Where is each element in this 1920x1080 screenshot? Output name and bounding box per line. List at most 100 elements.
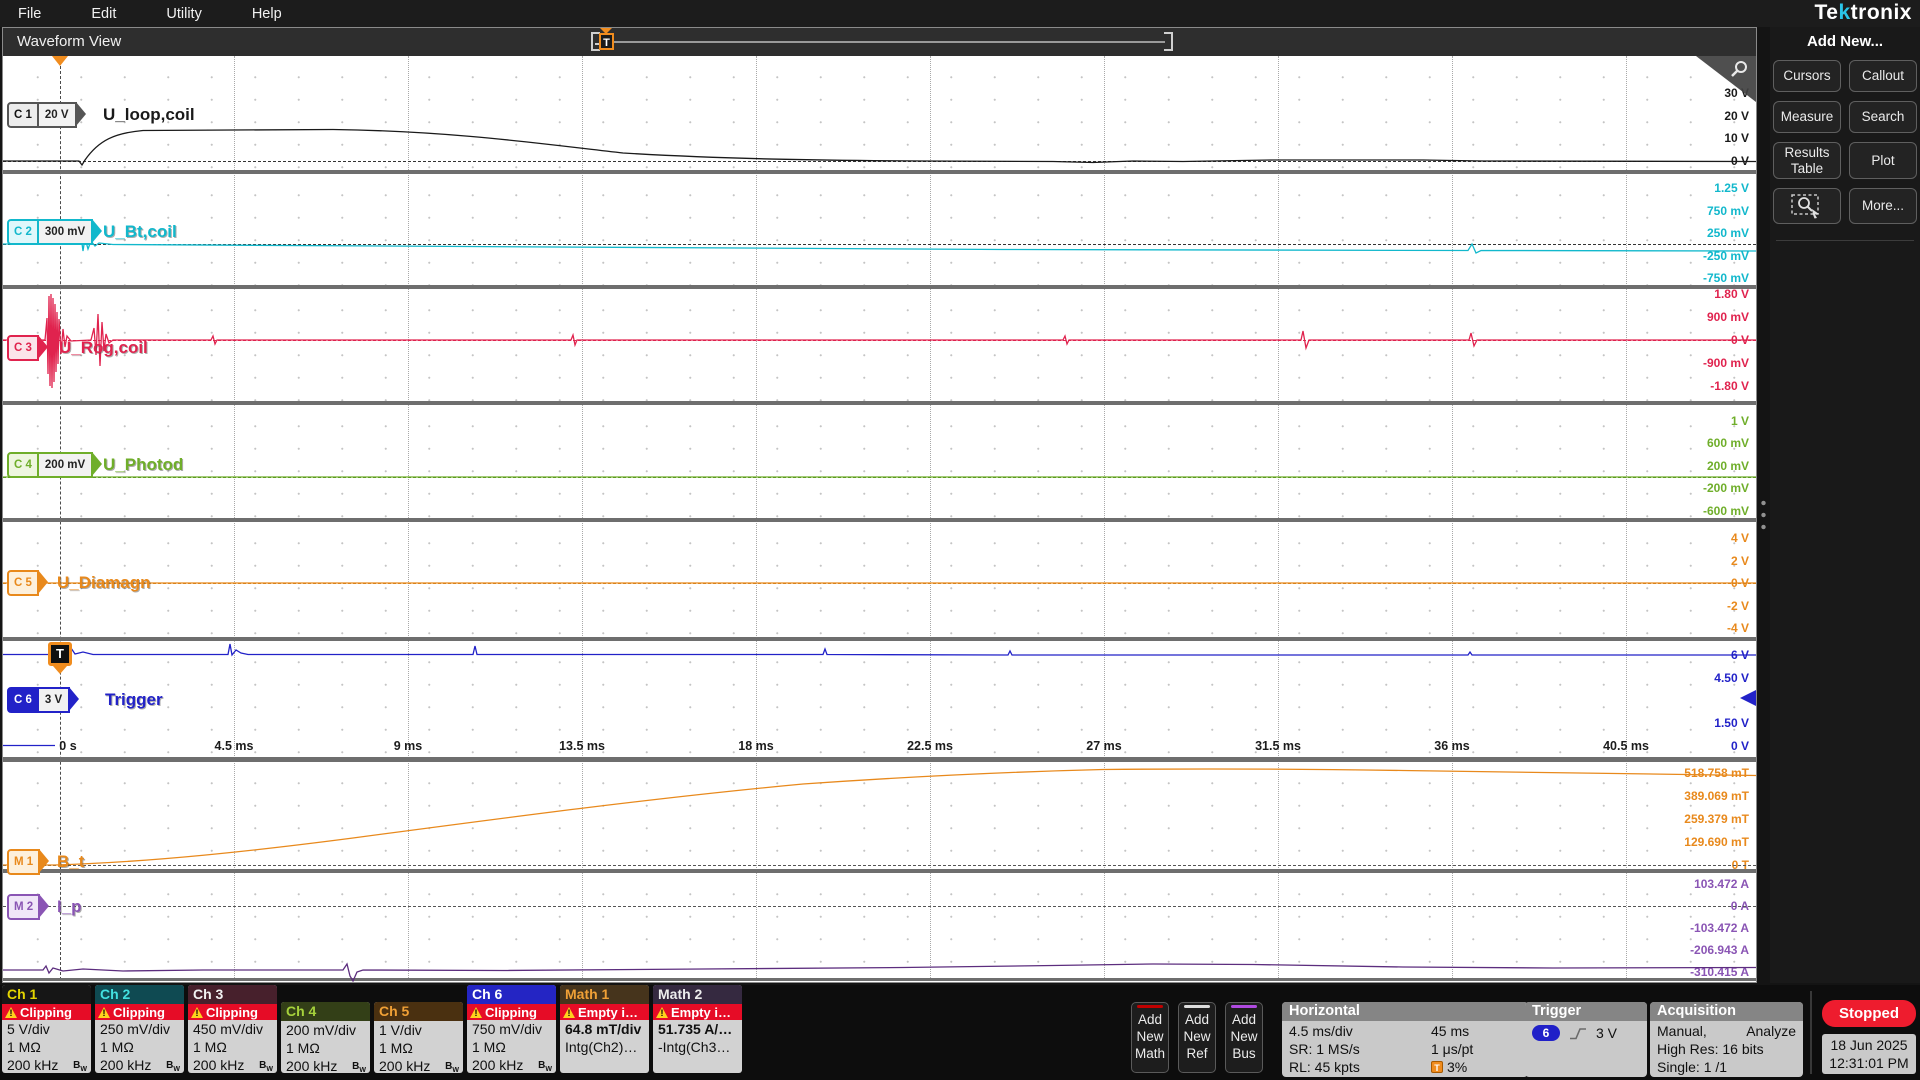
trace-c2 xyxy=(3,236,1756,253)
more-button[interactable]: More... xyxy=(1849,188,1917,224)
trigger-position-marker-icon[interactable] xyxy=(52,56,68,66)
channel-badge-c2[interactable]: C 2300 mV xyxy=(7,219,93,245)
channel-settings-badge-ch2[interactable]: Ch 2Clipping250 mV/div1 MΩ200 kHzBW xyxy=(95,985,184,1073)
add-cursors-button[interactable]: Cursors xyxy=(1773,60,1841,92)
zoom-mode-button[interactable] xyxy=(1773,188,1841,224)
clipping-warning: Clipping xyxy=(2,1004,91,1020)
trigger-level-arrow[interactable] xyxy=(1740,690,1756,706)
trace-c6 xyxy=(3,644,1756,655)
tektronix-logo: Tektronix xyxy=(1815,1,1912,25)
channel-settings-row: -Intg(Ch3… xyxy=(653,1038,742,1056)
menu-item-help[interactable]: Help xyxy=(248,6,286,22)
record-view-bar[interactable]: T xyxy=(591,31,1173,53)
channel-label-c3: U_Rog,coil xyxy=(59,338,148,358)
trigger-pane[interactable]: Trigger 6 3 V xyxy=(1525,1002,1647,1077)
channel-badge-c3[interactable]: C 3 xyxy=(7,335,39,361)
clipping-warning: Empty i… xyxy=(560,1004,649,1020)
add-new-ref-button[interactable]: AddNewRef xyxy=(1178,1002,1216,1073)
channel-settings-row: 450 mV/div xyxy=(188,1020,277,1038)
channel-settings-badge-ch3[interactable]: Ch 3Clipping450 mV/div1 MΩ200 kHzBW xyxy=(188,985,277,1073)
channel-settings-badge-math2[interactable]: Math 2Empty i…51.735 A/…-Intg(Ch3… xyxy=(653,985,742,1073)
channel-settings-row: 64.8 mT/div xyxy=(560,1020,649,1038)
add-plot-button[interactable]: Plot xyxy=(1849,142,1917,179)
channel-label-c1: U_loop,coil xyxy=(103,105,195,125)
acquisition-pane[interactable]: Acquisition Manual,Analyze High Res: 16 … xyxy=(1650,1002,1803,1077)
channel-badge-c6[interactable]: C 63 V xyxy=(7,687,70,713)
button-label-line: Math xyxy=(1135,1046,1165,1063)
button-label-line: Add xyxy=(1185,1012,1209,1029)
menu-item-file[interactable]: File xyxy=(14,6,45,22)
trigger-source-badge: 6 xyxy=(1532,1025,1560,1041)
clipping-warning: Clipping xyxy=(95,1004,184,1020)
channel-label-c2: U_Bt,coil xyxy=(103,222,177,242)
channel-badge-scale: 200 mV xyxy=(37,454,91,476)
channel-label-c5: U_Diamagn xyxy=(57,573,151,593)
time-axis-label: 31.5 ms xyxy=(1255,738,1301,754)
warning-icon xyxy=(5,1007,17,1018)
channel-settings-row: 1 MΩ xyxy=(188,1038,277,1056)
trigger-position-indicator[interactable]: T xyxy=(599,33,614,50)
add-results-table-button[interactable]: Results Table xyxy=(1773,142,1841,179)
channel-badge-c5[interactable]: C 5 xyxy=(7,570,39,596)
trace-c1 xyxy=(3,130,1756,166)
add-callout-button[interactable]: Callout xyxy=(1849,60,1917,92)
bandwidth-icon: BW xyxy=(538,1057,552,1073)
trigger-marker-icon[interactable]: T xyxy=(48,642,72,666)
add-new-bus-button[interactable]: AddNewBus xyxy=(1225,1002,1263,1073)
channel-badge-m2[interactable]: M 2 xyxy=(7,894,40,920)
button-accent-stripe xyxy=(1184,1005,1210,1008)
channel-settings-badge-ch6[interactable]: Ch 6Clipping750 mV/div1 MΩ200 kHzBW xyxy=(467,985,556,1073)
add-new-math-button[interactable]: AddNewMath xyxy=(1131,1002,1169,1073)
menu-item-edit[interactable]: Edit xyxy=(87,6,120,22)
acquisition-analyze: Analyze xyxy=(1746,1022,1796,1040)
menu-item-utility[interactable]: Utility xyxy=(162,6,205,22)
channel-badge-id: C 4 xyxy=(9,454,37,476)
bottom-bar: Ch 1Clipping5 V/div1 MΩ200 kHzBWCh 2Clip… xyxy=(0,985,1920,1080)
channel-badge-m1[interactable]: M 1 xyxy=(7,849,40,875)
acquisition-mode: Manual, xyxy=(1657,1022,1707,1040)
channel-settings-badge-math1[interactable]: Math 1Empty i…64.8 mT/divIntg(Ch2)… xyxy=(560,985,649,1073)
channel-settings-row: 1 MΩ xyxy=(467,1038,556,1056)
button-label-line: New xyxy=(1137,1029,1164,1046)
horizontal-span: 45 ms xyxy=(1431,1022,1521,1040)
clipping-warning: Clipping xyxy=(467,1004,556,1020)
channel-settings-title: Ch 5 xyxy=(374,1002,463,1021)
bandwidth-icon: BW xyxy=(352,1058,366,1073)
menu: File Edit Utility Help xyxy=(14,0,286,27)
menu-bar: File Edit Utility Help Tektronix xyxy=(0,0,1920,27)
channel-label-c4: U_Photod xyxy=(103,455,183,475)
warning-text: Clipping xyxy=(485,1005,537,1020)
channel-settings-badge-ch4[interactable]: Ch 4200 mV/div1 MΩ200 kHzBW xyxy=(281,1002,370,1073)
time-axis-label: 36 ms xyxy=(1434,738,1469,754)
channel-badge-strip: Ch 1Clipping5 V/div1 MΩ200 kHzBWCh 2Clip… xyxy=(2,985,746,1073)
channel-badge-c4[interactable]: C 4200 mV xyxy=(7,452,93,478)
clipping-warning: Empty i… xyxy=(653,1004,742,1020)
add-measure-button[interactable]: Measure xyxy=(1773,101,1841,133)
panel-divider[interactable] xyxy=(1757,27,1770,983)
horizontal-pane[interactable]: Horizontal 4.5 ms/div45 ms SR: 1 MS/s1 μ… xyxy=(1282,1002,1528,1077)
channel-badge-c1[interactable]: C 120 V xyxy=(7,102,77,128)
channel-badge-scale: 20 V xyxy=(37,104,75,126)
channel-settings-title: Math 2 xyxy=(653,985,742,1004)
rising-edge-icon xyxy=(1568,1026,1588,1041)
trace-m2 xyxy=(3,964,1756,981)
channel-settings-title: Ch 2 xyxy=(95,985,184,1004)
time-axis-label: 18 ms xyxy=(738,738,773,754)
acquisition-resolution: High Res: 16 bits xyxy=(1657,1040,1764,1058)
channel-label-m1: B_t xyxy=(57,852,84,872)
channel-settings-badge-ch1[interactable]: Ch 1Clipping5 V/div1 MΩ200 kHzBW xyxy=(2,985,91,1073)
waveform-view-titlebar[interactable]: Waveform View T xyxy=(3,28,1756,56)
channel-settings-row: 200 kHzBW xyxy=(95,1056,184,1073)
add-new-strip: AddNewMathAddNewRefAddNewBus xyxy=(1131,1002,1263,1073)
run-stop-button[interactable]: Stopped xyxy=(1822,1000,1916,1027)
trigger-small-icon: T xyxy=(1431,1061,1443,1073)
time-value: 12:31:01 PM xyxy=(1822,1054,1916,1072)
channel-settings-badge-ch5[interactable]: Ch 51 V/div1 MΩ200 kHzBW xyxy=(374,1002,463,1073)
trace-m1 xyxy=(3,769,1756,865)
button-label-line: Ref xyxy=(1186,1046,1207,1063)
channel-settings-title: Ch 1 xyxy=(2,985,91,1004)
channel-settings-row: 200 kHzBW xyxy=(374,1057,463,1073)
waveform-plot[interactable]: T 30 V20 V10 V0 V1.25 V750 mV250 mV-250 … xyxy=(3,56,1756,982)
add-search-button[interactable]: Search xyxy=(1849,101,1917,133)
time-axis-label: 27 ms xyxy=(1086,738,1121,754)
